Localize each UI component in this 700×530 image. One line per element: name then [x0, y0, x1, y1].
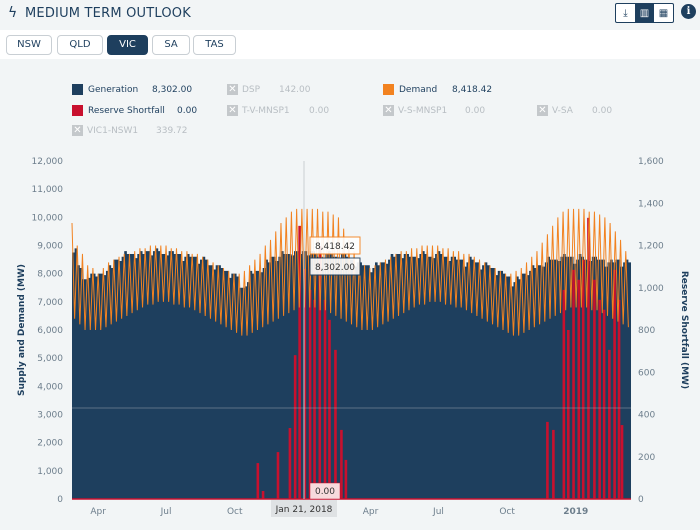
- shortfall-bar: [288, 428, 292, 499]
- shortfall-bar: [261, 490, 265, 499]
- shortfall-bar: [256, 463, 260, 499]
- y-tick-label: 9,000: [37, 242, 63, 252]
- x-tick-label: Apr: [363, 507, 379, 517]
- shortfall-bar: [313, 299, 316, 499]
- shortfall-bar: [552, 429, 555, 499]
- tooltip-demand-value: 8,418.42: [315, 242, 355, 252]
- x-tick-label: 2019: [563, 507, 588, 517]
- shortfall-bar: [546, 421, 549, 499]
- shortfall-bar: [593, 279, 596, 499]
- y2-tick-label: 1,600: [638, 157, 664, 167]
- shortfall-bar: [567, 330, 570, 499]
- shortfall-bar: [598, 299, 601, 499]
- shortfall-bar: [562, 289, 566, 499]
- shortfall-bar: [572, 269, 575, 499]
- shortfall-bar: [577, 279, 581, 499]
- y-tick-label: 4,000: [37, 382, 63, 392]
- tooltip-generation: 8,302.00: [309, 257, 361, 276]
- y-tick-label: 3,000: [37, 411, 63, 421]
- y-tick-label: 8,000: [37, 270, 63, 280]
- y2-axis-title: Reserve Shortfall (MW): [679, 271, 689, 389]
- shortfall-bar: [334, 349, 337, 499]
- shortfall-bar: [340, 429, 343, 499]
- x-tick-label: Oct: [227, 507, 243, 517]
- y2-tick-label: 1,200: [638, 242, 664, 252]
- y2-tick-label: 800: [638, 326, 655, 336]
- y-tick-label: 10,000: [32, 213, 64, 223]
- shortfall-bar: [293, 355, 297, 499]
- shortfall-bar: [323, 299, 327, 499]
- y-tick-label: 12,000: [32, 157, 64, 167]
- y-tick-label: 5,000: [37, 354, 63, 364]
- y-tick-label: 1,000: [37, 467, 63, 477]
- shortfall-bar: [608, 349, 611, 499]
- x-axis: Apr Jul Oct Apr Jul Oct 2019: [90, 507, 588, 517]
- y2-tick-label: 1,000: [638, 284, 664, 294]
- tooltip-demand: 8,418.42: [309, 236, 361, 255]
- shortfall-bar: [620, 425, 624, 499]
- shortfall-bar: [328, 319, 331, 499]
- y-tick-label: 7,000: [37, 298, 63, 308]
- tooltip-date-value: Jan 21, 2018: [275, 505, 333, 515]
- y-axis-title: Supply and Demand (MW): [17, 264, 27, 396]
- tooltip-generation-value: 8,302.00: [315, 263, 355, 273]
- y-tick-label: 11,000: [32, 185, 64, 195]
- right-y-axis: 0 200 400 600 800 1,000 1,200 1,400 1,600: [638, 157, 664, 505]
- shortfall-bar: [308, 289, 312, 499]
- shortfall-bar: [602, 309, 606, 499]
- x-tick-label: Apr: [90, 507, 106, 517]
- y2-tick-label: 200: [638, 453, 655, 463]
- shortfall-bar: [344, 459, 348, 499]
- shortfall-bar: [613, 269, 616, 499]
- y2-tick-label: 1,400: [638, 199, 664, 209]
- x-tick-label: Jul: [432, 507, 444, 517]
- x-tick-label: Jul: [160, 507, 172, 517]
- y-tick-label: 2,000: [37, 439, 63, 449]
- y2-tick-label: 600: [638, 368, 655, 378]
- shortfall-bar: [617, 299, 621, 499]
- x-tick-label: Oct: [499, 507, 515, 517]
- left-y-axis: 0 1,000 2,000 3,000 4,000 5,000 6,000 7,000 8,00…: [32, 157, 64, 505]
- tooltip-shortfall-value: 0.00: [315, 487, 335, 497]
- shortfall-bar: [581, 259, 585, 499]
- y2-tick-label: 0: [638, 495, 644, 505]
- outlook-chart[interactable]: 0 1,000 2,000 3,000 4,000 5,000 6,000 7,000 8,00…: [0, 0, 700, 530]
- y2-tick-label: 400: [638, 411, 655, 421]
- tooltip-shortfall: 0.00: [309, 482, 341, 500]
- y-tick-label: 6,000: [37, 326, 63, 336]
- tooltip-date: Jan 21, 2018: [271, 500, 337, 517]
- y-tick-label: 0: [57, 495, 63, 505]
- shortfall-bar: [276, 452, 280, 499]
